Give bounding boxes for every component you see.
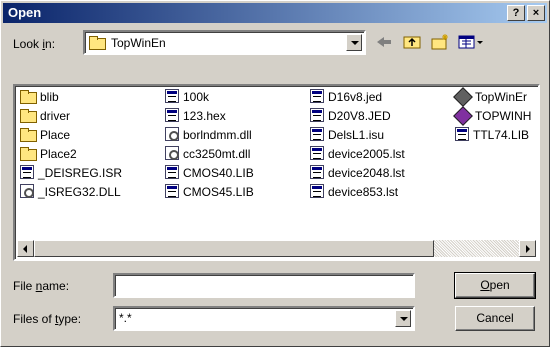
scroll-thumb[interactable] — [34, 240, 434, 257]
file-name: borlndmm.dll — [183, 128, 252, 142]
dll-icon — [20, 184, 34, 198]
file-list-item[interactable]: blib — [20, 89, 59, 105]
lookin-value: TopWinEn — [111, 36, 166, 50]
folder-icon — [20, 90, 37, 104]
folder-icon — [20, 147, 37, 161]
folder-icon — [20, 109, 37, 123]
file-list-item[interactable]: _ISREG32.DLL — [20, 184, 121, 200]
dialog-title: Open — [8, 5, 42, 20]
file-list-item[interactable]: TOPWINH — [455, 108, 531, 124]
file-name: TOPWINH — [475, 109, 532, 123]
file-list-item[interactable]: device2005.lst — [310, 146, 405, 162]
file-icon — [165, 108, 179, 122]
file-name: cc3250mt.dll — [183, 147, 251, 161]
arrow-right-icon — [526, 245, 530, 253]
file-list-item[interactable]: TopWinEr — [455, 89, 527, 105]
file-name: device2005.lst — [328, 147, 405, 161]
file-list-item[interactable]: borlndmm.dll — [165, 127, 252, 143]
folder-icon — [89, 36, 106, 50]
file-name: device2048.lst — [328, 166, 405, 180]
file-list-item[interactable]: D16v8.jed — [310, 89, 382, 105]
help-button[interactable]: ? — [507, 5, 525, 21]
dll-icon — [165, 127, 179, 141]
file-list[interactable]: blib driver Place Place2 _DEISREG.ISR _ISREG3… — [13, 84, 540, 261]
file-list-item[interactable]: DelsL1.isu — [310, 127, 384, 143]
file-list-item[interactable]: Place — [20, 127, 70, 143]
chevron-down-icon[interactable] — [346, 34, 362, 51]
folder-icon — [20, 128, 37, 142]
horizontal-scrollbar[interactable] — [17, 240, 536, 257]
title-bar[interactable]: Open ? × — [3, 3, 547, 23]
file-icon — [310, 89, 324, 103]
arrow-left-icon — [23, 245, 27, 253]
file-list-item[interactable]: Place2 — [20, 146, 77, 162]
file-icon — [165, 184, 179, 198]
filetype-combo[interactable]: *.* — [113, 306, 415, 331]
lookin-label: Look in: — [13, 37, 56, 51]
application-icon — [455, 89, 471, 103]
file-icon — [455, 127, 469, 141]
file-list-item[interactable]: 123.hex — [165, 108, 226, 124]
up-folder-icon[interactable] — [401, 33, 423, 51]
file-list-item[interactable]: cc3250mt.dll — [165, 146, 250, 162]
view-menu-icon[interactable] — [457, 33, 485, 51]
open-button[interactable]: Open — [454, 272, 536, 299]
filetype-value: *.* — [119, 311, 132, 325]
file-name: _ISREG32.DLL — [38, 185, 121, 199]
file-name: D16v8.jed — [328, 90, 383, 104]
file-icon — [20, 165, 34, 179]
file-name: CMOS40.LIB — [183, 166, 254, 180]
filename-label: File name: — [13, 279, 70, 293]
file-name: device853.lst — [328, 185, 399, 199]
file-name: blib — [40, 90, 59, 104]
file-list-item[interactable]: CMOS45.LIB — [165, 184, 254, 200]
dll-icon — [165, 146, 179, 160]
file-icon — [310, 165, 324, 179]
filetype-label: Files of type: — [13, 312, 82, 326]
close-button[interactable]: × — [527, 5, 545, 21]
filename-input[interactable] — [113, 273, 415, 298]
file-icon — [310, 108, 324, 122]
file-list-item[interactable]: TTL74.LIB — [455, 127, 529, 143]
file-list-item[interactable]: CMOS40.LIB — [165, 165, 254, 181]
file-list-item[interactable]: _DEISREG.ISR — [20, 165, 122, 181]
chevron-down-icon[interactable] — [395, 310, 411, 327]
file-icon — [310, 127, 324, 141]
back-arrow-icon[interactable] — [373, 33, 395, 51]
open-dialog: Open ? × Look in: TopWinEn blib driver Pla… — [0, 0, 550, 347]
lookin-combo[interactable]: TopWinEn — [83, 30, 366, 55]
file-name: _DEISREG.ISR — [38, 166, 123, 180]
file-list-item[interactable]: D20V8.JED — [310, 108, 391, 124]
application-icon — [455, 108, 471, 122]
file-name: CMOS45.LIB — [183, 185, 254, 199]
file-name: TopWinEr — [475, 90, 528, 104]
scroll-right-button[interactable] — [519, 240, 536, 257]
file-name: Place2 — [40, 147, 77, 161]
new-folder-icon[interactable] — [429, 33, 451, 51]
file-name: 123.hex — [183, 109, 226, 123]
file-list-item[interactable]: device853.lst — [310, 184, 398, 200]
file-name: driver — [40, 109, 71, 123]
file-icon — [165, 89, 179, 103]
file-name: 100k — [183, 90, 210, 104]
file-list-item[interactable]: device2048.lst — [310, 165, 405, 181]
file-icon — [310, 146, 324, 160]
file-icon — [310, 184, 324, 198]
file-list-item[interactable]: 100k — [165, 89, 209, 105]
file-list-item[interactable]: driver — [20, 108, 70, 124]
scroll-left-button[interactable] — [17, 240, 34, 257]
file-name: TTL74.LIB — [473, 128, 530, 142]
file-icon — [165, 165, 179, 179]
cancel-button[interactable]: Cancel — [455, 306, 535, 331]
file-name: DelsL1.isu — [328, 128, 385, 142]
file-name: Place — [40, 128, 71, 142]
file-name: D20V8.JED — [328, 109, 391, 123]
